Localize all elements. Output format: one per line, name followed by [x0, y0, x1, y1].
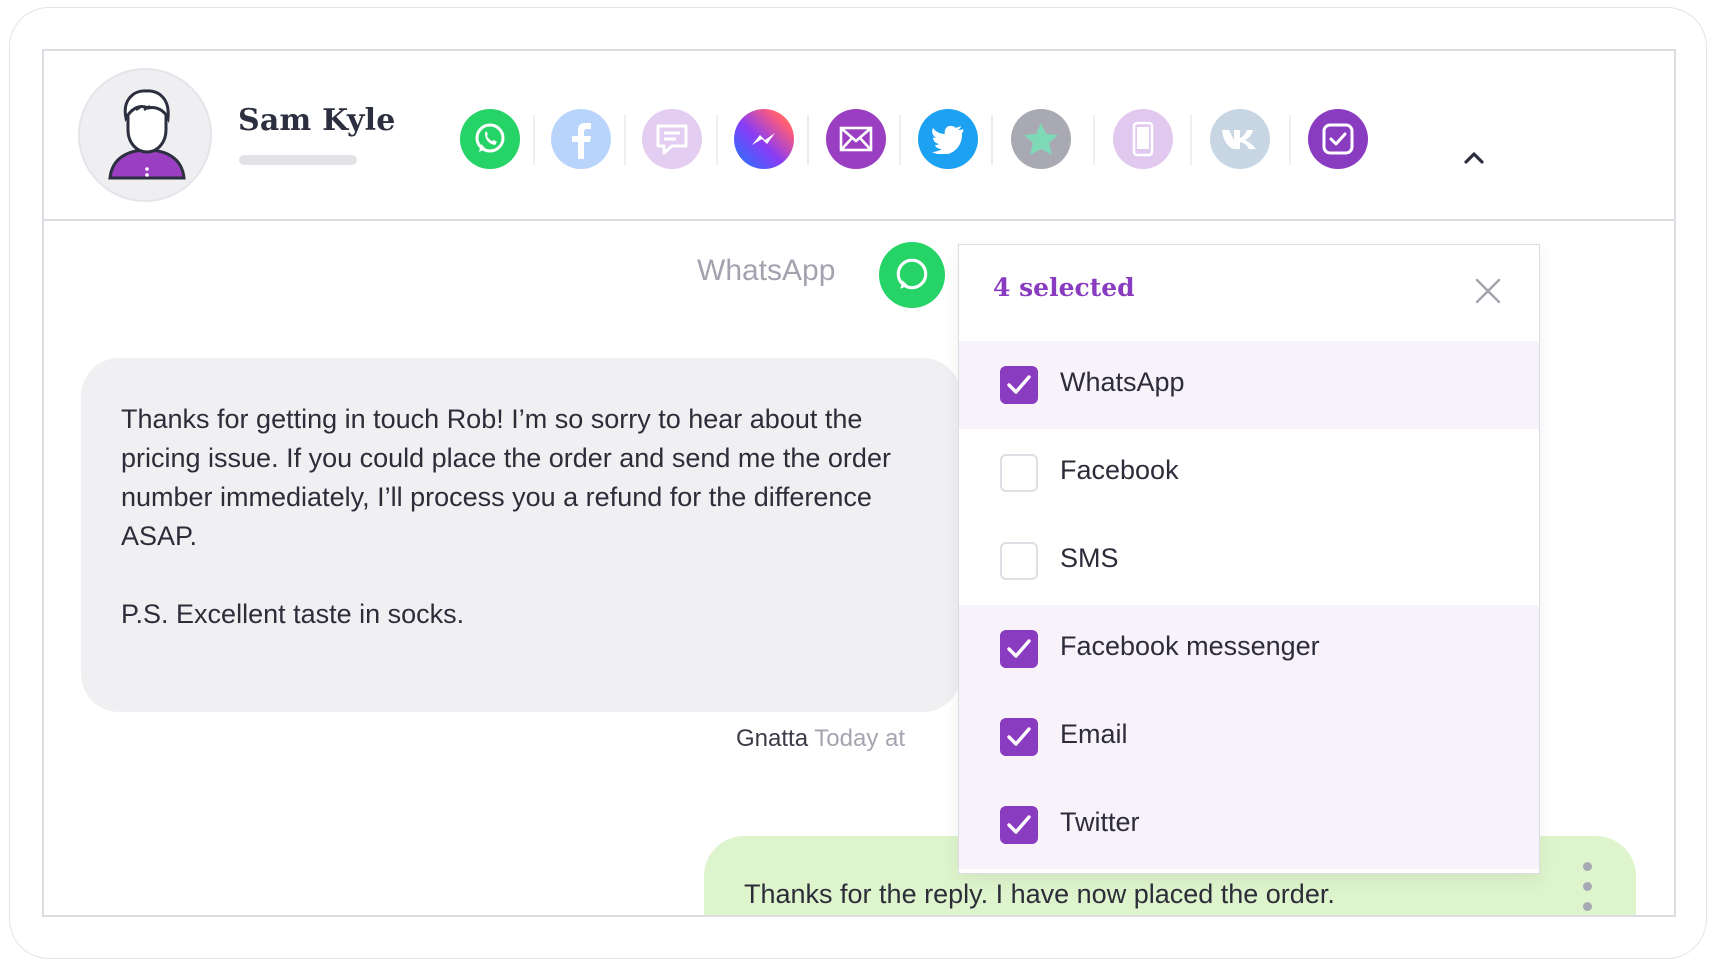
contact-header: Sam Kyle — [44, 51, 1674, 221]
more-options-icon[interactable] — [1580, 862, 1594, 912]
message-channel-label: WhatsApp — [697, 254, 836, 287]
message-text: Thanks for the reply. I have now placed … — [744, 879, 1335, 909]
sms-channel-button[interactable] — [642, 109, 702, 169]
checkbox-filter-icon — [1322, 123, 1354, 155]
separator — [807, 115, 809, 165]
channel-option-label: Email — [1060, 719, 1128, 749]
twitter-channel-button[interactable] — [918, 109, 978, 169]
checkbox-checked-icon[interactable] — [1000, 366, 1038, 404]
twitter-icon — [932, 125, 964, 154]
channel-option-twitter[interactable]: Twitter — [959, 781, 1539, 869]
checkbox-checked-icon[interactable] — [1000, 806, 1038, 844]
separator — [991, 115, 993, 165]
channel-option-label: WhatsApp — [1060, 367, 1185, 397]
email-channel-button[interactable] — [826, 109, 886, 169]
contact-subtitle-placeholder — [239, 155, 357, 165]
channel-option-facebook[interactable]: Facebook — [959, 429, 1539, 517]
dropdown-header: 4 selected — [959, 245, 1539, 341]
message-time: Today at — [814, 725, 906, 752]
star-icon — [1024, 123, 1058, 155]
facebook-channel-button[interactable] — [551, 109, 611, 169]
separator — [1190, 115, 1192, 165]
separator — [1289, 115, 1291, 165]
facebook-icon — [572, 123, 591, 159]
message-meta: Gnatta Today at — [736, 725, 905, 753]
whatsapp-icon — [475, 123, 505, 153]
channel-option-whatsapp[interactable]: WhatsApp — [959, 341, 1539, 429]
channel-option-list: WhatsApp Facebook SMS Facebook messenger Ema… — [959, 341, 1539, 869]
phone-icon — [1132, 121, 1154, 157]
channel-option-label: SMS — [1060, 543, 1119, 573]
channel-option-label: Twitter — [1060, 807, 1140, 837]
selected-count: 4 selected — [993, 273, 1135, 302]
channel-filter-dropdown: 4 selected WhatsApp Facebook SMS Facebook m… — [958, 244, 1540, 874]
channel-option-sms[interactable]: SMS — [959, 517, 1539, 605]
message-text: P.S. Excellent taste in socks. — [121, 599, 465, 629]
contact-name: Sam Kyle — [238, 103, 396, 138]
incoming-message-bubble: Thanks for getting in touch Rob! I’m so … — [81, 358, 961, 712]
checkbox-unchecked-icon[interactable] — [1000, 454, 1038, 492]
checkbox-checked-icon[interactable] — [1000, 630, 1038, 668]
channel-option-label: Facebook messenger — [1060, 631, 1320, 661]
avatar[interactable] — [78, 68, 212, 202]
conversation-panel: Sam Kyle WhatsApp Thanks for getting in … — [42, 49, 1676, 917]
phone-channel-button[interactable] — [1113, 109, 1173, 169]
separator — [533, 115, 535, 165]
messenger-icon — [752, 133, 775, 145]
vk-icon — [1222, 130, 1256, 149]
sms-icon — [656, 124, 688, 155]
favourite-channel-button[interactable] — [1011, 109, 1071, 169]
separator — [899, 115, 901, 165]
checkbox-unchecked-icon[interactable] — [1000, 542, 1038, 580]
user-icon — [108, 89, 186, 180]
channel-filter-button[interactable] — [1308, 109, 1368, 169]
channel-option-label: Facebook — [1060, 455, 1179, 485]
messenger-channel-button[interactable] — [734, 109, 794, 169]
whatsapp-badge-icon — [879, 242, 945, 308]
channel-option-email[interactable]: Email — [959, 693, 1539, 781]
separator — [716, 115, 718, 165]
message-text: Thanks for getting in touch Rob! I’m so … — [121, 404, 891, 551]
message-sender: Gnatta — [736, 725, 809, 752]
channel-option-facebook-messenger[interactable]: Facebook messenger — [959, 605, 1539, 693]
chevron-up-icon[interactable] — [1460, 146, 1488, 170]
close-icon[interactable] — [1474, 277, 1502, 305]
separator — [1093, 115, 1095, 165]
whatsapp-channel-button[interactable] — [460, 109, 520, 169]
email-icon — [839, 126, 873, 152]
vk-channel-button[interactable] — [1210, 109, 1270, 169]
separator — [624, 115, 626, 165]
checkbox-checked-icon[interactable] — [1000, 718, 1038, 756]
